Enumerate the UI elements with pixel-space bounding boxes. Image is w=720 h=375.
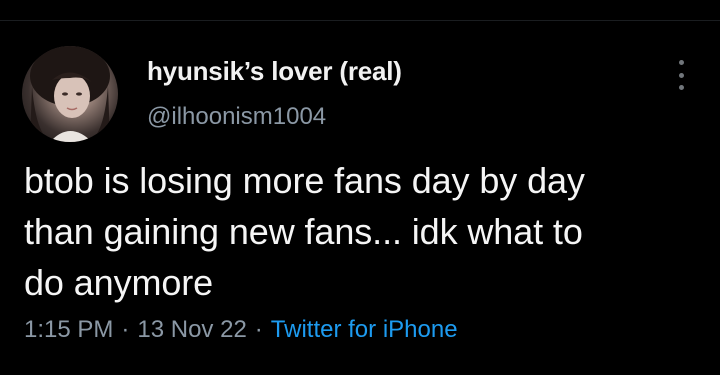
- avatar-image: [30, 46, 110, 142]
- tweet-date[interactable]: 13 Nov 22: [137, 316, 246, 344]
- separator: ·: [254, 316, 263, 343]
- display-name[interactable]: hyunsik’s lover (real): [147, 56, 402, 87]
- tweet-text: btob is losing more fans day by day than…: [24, 155, 704, 308]
- avatar[interactable]: [22, 46, 118, 142]
- user-handle[interactable]: @ilhoonism1004: [147, 103, 326, 131]
- tweet-text-line: do anymore: [24, 262, 214, 303]
- dot: [678, 72, 684, 78]
- divider: [0, 20, 720, 21]
- tweet-meta: 1:15 PM · 13 Nov 22 · Twitter for iPhone: [24, 316, 458, 344]
- dot: [678, 60, 684, 65]
- separator: ·: [121, 316, 130, 343]
- tweet-card: hyunsik’s lover (real) @ilhoonism1004 bt…: [0, 0, 720, 375]
- dot: [678, 85, 684, 90]
- more-vertical-icon[interactable]: [674, 60, 688, 90]
- tweet-text-line: than gaining new fans... idk what to: [24, 211, 583, 252]
- tweet-text-line: btob is losing more fans day by day: [24, 160, 585, 201]
- tweet-source-link[interactable]: Twitter for iPhone: [271, 316, 458, 344]
- tweet-time[interactable]: 1:15 PM: [24, 316, 113, 344]
